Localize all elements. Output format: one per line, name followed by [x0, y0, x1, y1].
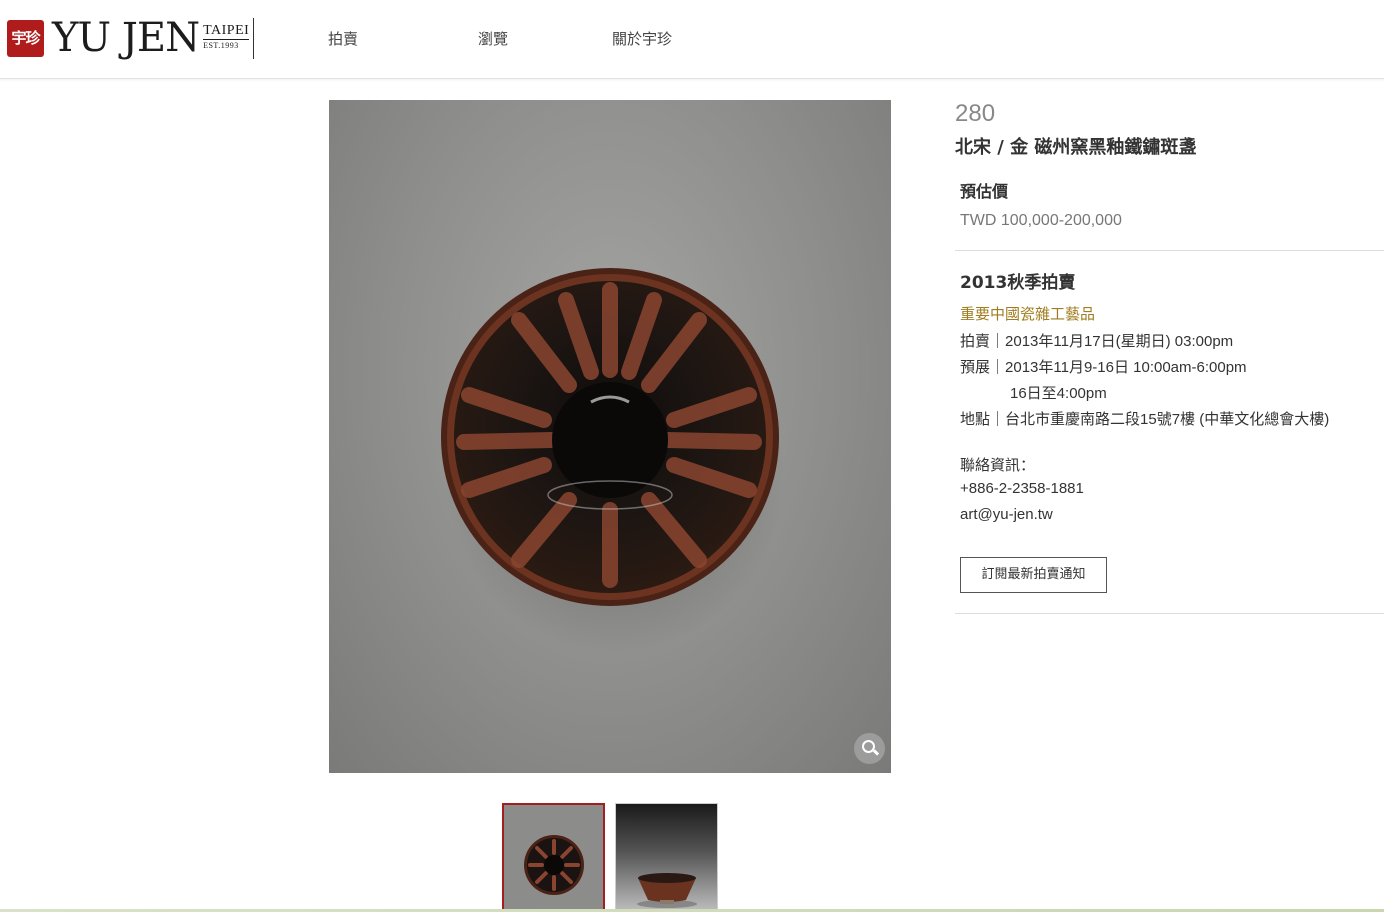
estimate-label: 預估價 — [960, 182, 1009, 201]
preview-value: 2013年11月9-16日 10:00am-6:00pm — [1005, 359, 1247, 376]
venue-value: 台北市重慶南路二段15號7樓 (中華文化總會大樓) — [1005, 411, 1330, 428]
divider — [955, 250, 1384, 251]
sale-title: 2013秋季拍賣 — [960, 273, 1076, 293]
auction-date-row: 拍賣｜2013年11月17日(星期日) 03:00pm — [960, 330, 1233, 351]
subscribe-button[interactable]: 訂閱最新拍賣通知 — [960, 557, 1107, 593]
preview-label: 預展｜ — [960, 359, 1006, 376]
thumbnail-bowl-side-image — [637, 873, 697, 908]
logo-city: TAIPEI — [203, 23, 250, 40]
venue-row: 地點｜台北市重慶南路二段15號7樓 (中華文化總會大樓) — [960, 408, 1329, 429]
lot-number: 280 — [955, 100, 996, 127]
logo-seal: 宇珍 — [7, 19, 44, 57]
magnifier-icon[interactable] — [854, 733, 885, 764]
logo-subtitle: TAIPEI EST.1993 — [203, 23, 250, 50]
nav-item-about[interactable]: 關於宇珍 — [612, 28, 672, 49]
thumbnail-top-view[interactable] — [502, 803, 605, 912]
divider — [955, 613, 1384, 614]
logo-wordmark: YU JEN — [52, 15, 200, 61]
logo-established: EST.1993 — [203, 41, 239, 50]
site-header: 宇珍 YU JEN TAIPEI EST.1993 拍賣 瀏覽 關於宇珍 — [0, 0, 1384, 79]
nav-item-auctions[interactable]: 拍賣 — [328, 28, 358, 49]
auction-value: 2013年11月17日(星期日) 03:00pm — [1005, 333, 1234, 350]
preview-value-2: 16日至4:00pm — [1010, 385, 1107, 402]
contact-label: 聯絡資訊： — [960, 457, 1036, 474]
contact-phone: +886-2-2358-1881 — [960, 480, 1084, 497]
preview-date-row: 預展｜2013年11月9-16日 10:00am-6:00pm — [960, 356, 1247, 377]
bowl-top-view-image — [441, 268, 785, 653]
logo-divider — [253, 18, 254, 59]
estimate-value: TWD 100,000-200,000 — [960, 212, 1122, 229]
venue-label: 地點｜ — [960, 411, 1006, 428]
site-logo[interactable]: 宇珍 YU JEN TAIPEI EST.1993 — [7, 12, 250, 64]
contact-email[interactable]: art@yu-jen.tw — [960, 506, 1053, 523]
lot-main-image[interactable] — [329, 100, 891, 773]
sale-category-link[interactable]: 重要中國瓷雜工藝品 — [960, 303, 1095, 324]
thumbnail-bowl-top-image — [524, 835, 584, 895]
thumbnail-side-view[interactable] — [615, 803, 718, 912]
preview-date-row-2: 16日至4:00pm — [1010, 382, 1107, 403]
nav-item-browse[interactable]: 瀏覽 — [478, 28, 508, 49]
auction-label: 拍賣｜ — [960, 333, 1006, 350]
lot-title: 北宋 / 金 磁州窯黑釉鐵鏽斑盞 — [955, 137, 1197, 158]
